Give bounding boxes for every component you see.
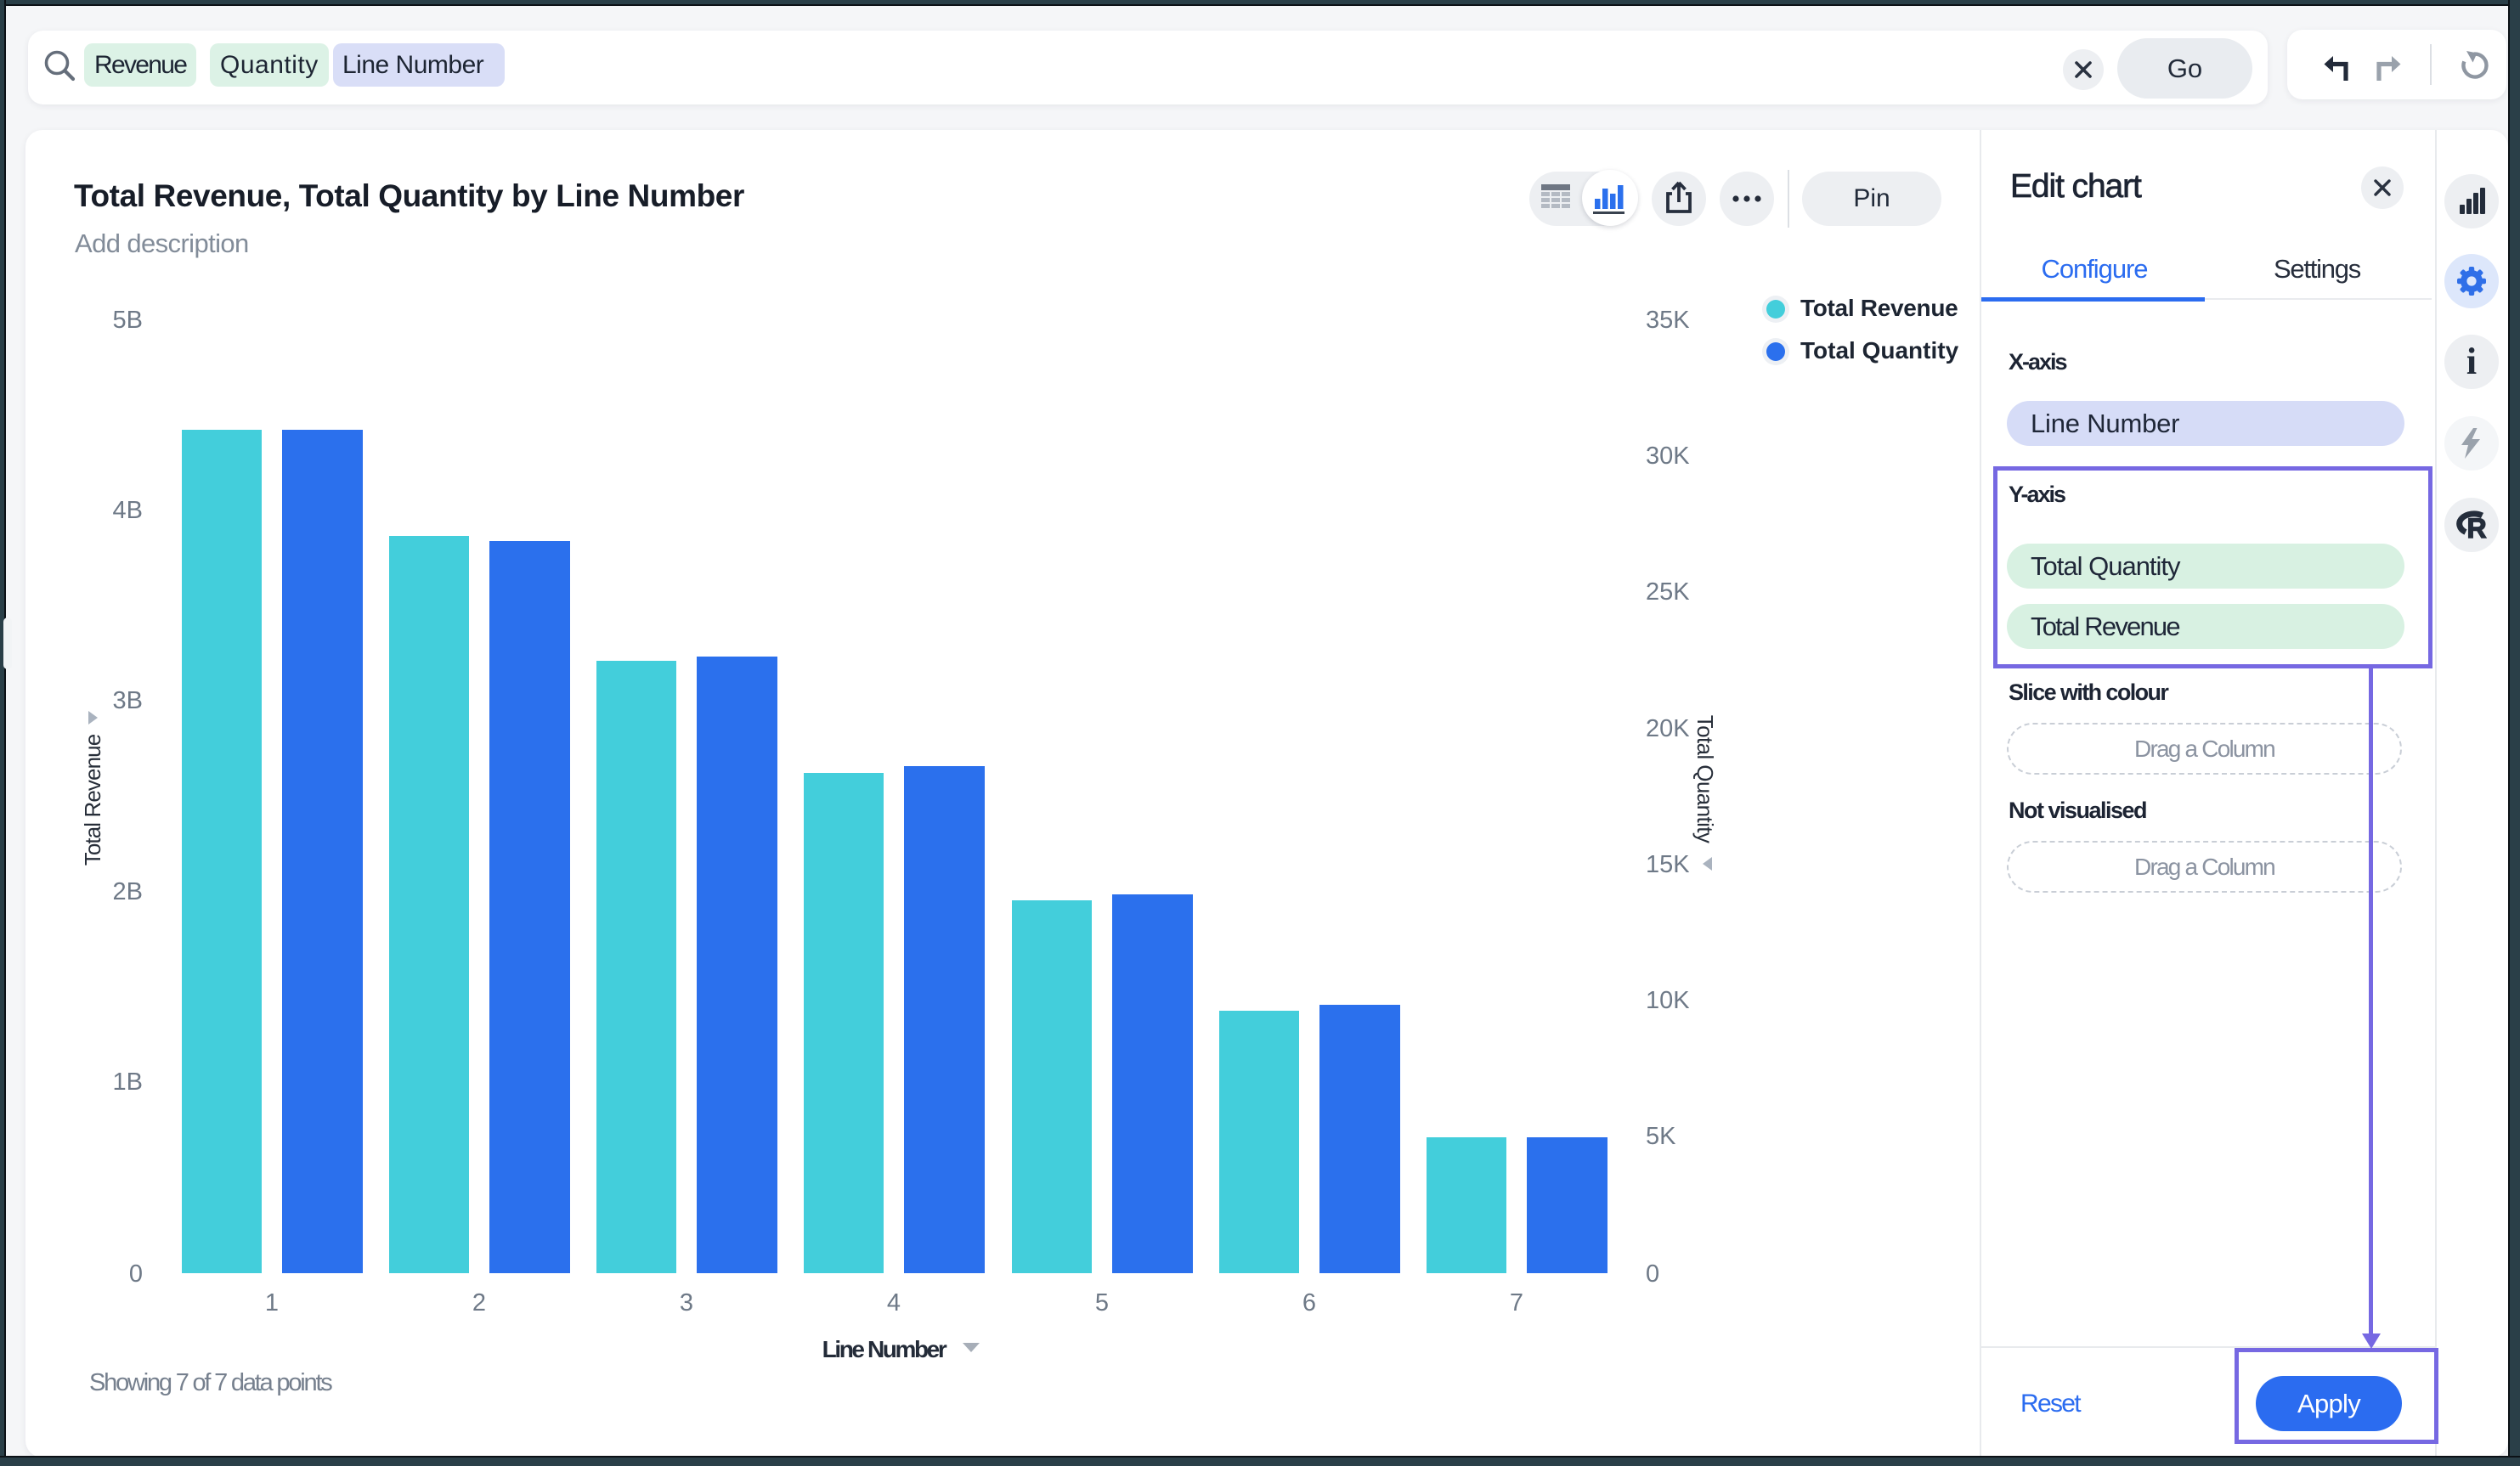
svg-text:R: R xyxy=(2467,513,2487,544)
